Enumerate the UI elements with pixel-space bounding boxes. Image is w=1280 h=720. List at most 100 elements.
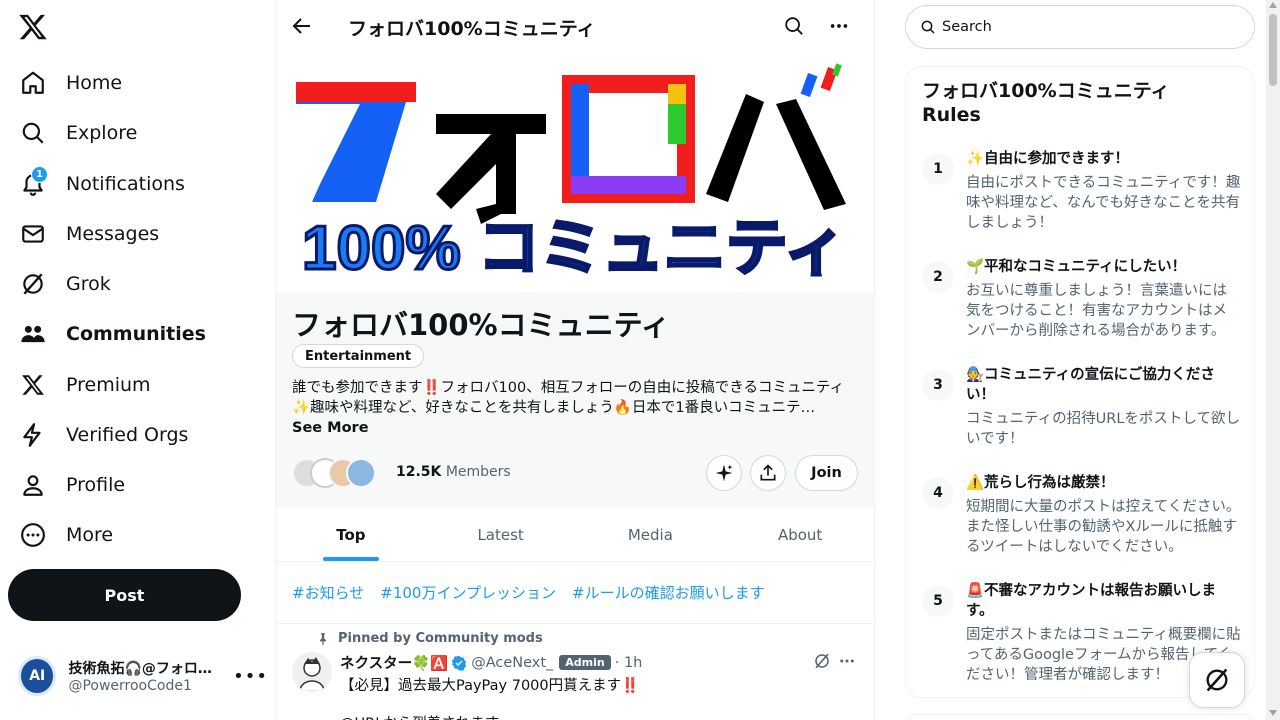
x-logo-icon[interactable] (18, 12, 50, 44)
scrollbar[interactable] (1266, 0, 1280, 720)
member-avatars[interactable] (292, 458, 386, 490)
tab-media[interactable]: Media (576, 508, 726, 561)
tweet-header: ネクスター🍀🅰️ @AceNext_ Admin · 1h (340, 652, 642, 673)
mail-icon (18, 219, 48, 249)
search-icon (18, 118, 48, 148)
community-name: フォロバ100%コミュニティ (292, 308, 670, 342)
rule-number: 1 (922, 153, 954, 185)
x-premium-icon (18, 370, 48, 400)
tweet-time[interactable]: · 1h (615, 655, 643, 671)
nav-profile[interactable]: Profile (18, 463, 258, 507)
scroll-up-arrow-icon[interactable] (1269, 2, 1277, 8)
avatar (346, 458, 376, 488)
rule-title: ⚠️荒らし行為は厳禁！ (966, 475, 1115, 491)
right-sidebar: Search フォロバ100%コミュニティ Rules 1 ✨自由に参加できます… (875, 0, 1280, 720)
nav-explore[interactable]: Explore (18, 111, 258, 155)
nav-label: More (66, 524, 114, 546)
hashtag-list: #お知らせ #100万インプレッション #ルールの確認お願いします (292, 582, 765, 603)
hashtag-link[interactable]: #ルールの確認お願いします (572, 582, 765, 603)
nav-label: Verified Orgs (66, 424, 189, 446)
tweet-text: 【必見】過去最大PayPay 7000円貰えます‼️ (340, 678, 640, 694)
scrollbar-thumb[interactable] (1269, 14, 1277, 86)
rule-number: 3 (922, 369, 954, 401)
divider (276, 623, 874, 624)
person-icon (18, 470, 48, 500)
tab-latest[interactable]: Latest (426, 508, 576, 561)
nav-label: Home (66, 72, 123, 94)
grok-icon[interactable] (813, 652, 831, 670)
back-arrow-icon[interactable] (290, 14, 314, 38)
nav-communities[interactable]: Communities (18, 312, 258, 356)
verified-badge-icon (451, 655, 467, 671)
hashtag-link[interactable]: #100万インプレッション (380, 582, 556, 603)
search-placeholder: Search (942, 19, 992, 35)
tweet-author-name[interactable]: ネクスター🍀🅰️ (340, 652, 448, 673)
nav-label: Notifications (66, 173, 185, 195)
tab-top[interactable]: Top (276, 508, 426, 561)
nav-label: Grok (66, 273, 111, 295)
pinned-label: Pinned by Community mods (338, 631, 543, 646)
left-navigation: Home Explore 1 Notifications Messages Gr… (0, 0, 276, 720)
rule-body: コミュニティの招待URLをポストして欲しいです！ (966, 411, 1240, 447)
account-handle: @PowerrooCode1 (68, 678, 192, 694)
nav-premium[interactable]: Premium (18, 363, 258, 407)
nav-verified-orgs[interactable]: Verified Orgs (18, 413, 258, 457)
rule-title: ✨自由に参加できます！ (966, 151, 1130, 167)
join-button[interactable]: Join (795, 455, 858, 491)
tweet-author-handle[interactable]: @AceNext_ (471, 655, 553, 671)
account-switcher[interactable]: AI 技術魚拓🎧@フォロバ100 @PowerrooCode1 ••• (18, 652, 268, 700)
nav-label: Premium (66, 374, 151, 396)
nav-home[interactable]: Home (18, 61, 258, 105)
rules-card: フォロバ100%コミュニティ Rules 1 ✨自由に参加できます！ 自由にポス… (905, 66, 1255, 698)
banner-text-line2: 100% コミュニティ (302, 214, 846, 283)
nav-label: Communities (66, 323, 206, 345)
rule-body: 短期間に大量のポストは控えてください。また怪しい仕事の勧誘やXルールに抵触するツ… (966, 499, 1241, 555)
account-name: 技術魚拓🎧@フォロバ100 (68, 661, 222, 677)
rule-body: お互いに尊重しましょう！言葉遣いには気をつけること！有害なアカウントはメンバーか… (966, 283, 1227, 339)
community-info: フォロバ100%コミュニティ Entertainment 誰でも参加できます‼️… (276, 292, 874, 508)
rule-number: 2 (922, 261, 954, 293)
nav-label: Messages (66, 223, 160, 245)
hashtag-link[interactable]: #お知らせ (292, 582, 364, 603)
sparkle-icon (715, 464, 733, 482)
top-bar: フォロバ100%コミュニティ (276, 0, 874, 54)
home-icon (18, 68, 48, 98)
members-count[interactable]: 12.5K Members (396, 464, 511, 480)
avatar[interactable] (292, 652, 332, 692)
see-more-link[interactable]: See More (292, 420, 369, 436)
community-banner: 100% コミュニティ (276, 54, 874, 292)
rule-title: 🌱平和なコミュニティにしたい！ (966, 259, 1187, 275)
nav-grok[interactable]: Grok (18, 262, 258, 306)
rule-number: 5 (922, 585, 954, 617)
communities-icon (18, 319, 48, 349)
grok-sparkle-button[interactable] (706, 455, 742, 491)
rule-title: 🚨不審なアカウントは報告お願いします。 (966, 583, 1217, 619)
grok-floating-button[interactable] (1189, 652, 1245, 708)
more-horizontal-icon[interactable] (838, 652, 856, 670)
scroll-down-arrow-icon[interactable] (1269, 710, 1277, 716)
search-icon[interactable] (783, 15, 807, 39)
nav-label: Explore (66, 122, 138, 144)
main-column: フォロバ100%コミュニティ 100% コミュニティ フォロバ100%コミュニテ… (276, 0, 875, 720)
more-horizontal-icon[interactable] (828, 15, 852, 39)
nav-messages[interactable]: Messages (18, 212, 258, 256)
community-tabs: Top Latest Media About (276, 508, 874, 562)
category-badge[interactable]: Entertainment (292, 344, 425, 368)
nav-notifications[interactable]: 1 Notifications (18, 162, 258, 206)
rule-number: 4 (922, 477, 954, 509)
next-card (905, 714, 1255, 720)
notification-badge: 1 (31, 166, 48, 183)
grok-icon (18, 269, 48, 299)
share-button[interactable] (750, 455, 786, 491)
account-text: 技術魚拓🎧@フォロバ100 @PowerrooCode1 (68, 658, 221, 694)
tweet-text-continued: @URLから到着されます (340, 712, 499, 720)
rule-body: 自由にポストできるコミュニティです！趣味や料理など、なんでも好きなことを共有しま… (966, 175, 1241, 231)
post-button[interactable]: Post (8, 569, 241, 621)
nav-label: Profile (66, 474, 126, 496)
more-horizontal-icon[interactable]: ••• (233, 666, 268, 687)
tab-about[interactable]: About (725, 508, 874, 561)
lightning-icon (18, 420, 48, 450)
search-input[interactable]: Search (905, 5, 1255, 49)
nav-more[interactable]: More (18, 513, 258, 557)
avatar: AI (18, 656, 57, 696)
